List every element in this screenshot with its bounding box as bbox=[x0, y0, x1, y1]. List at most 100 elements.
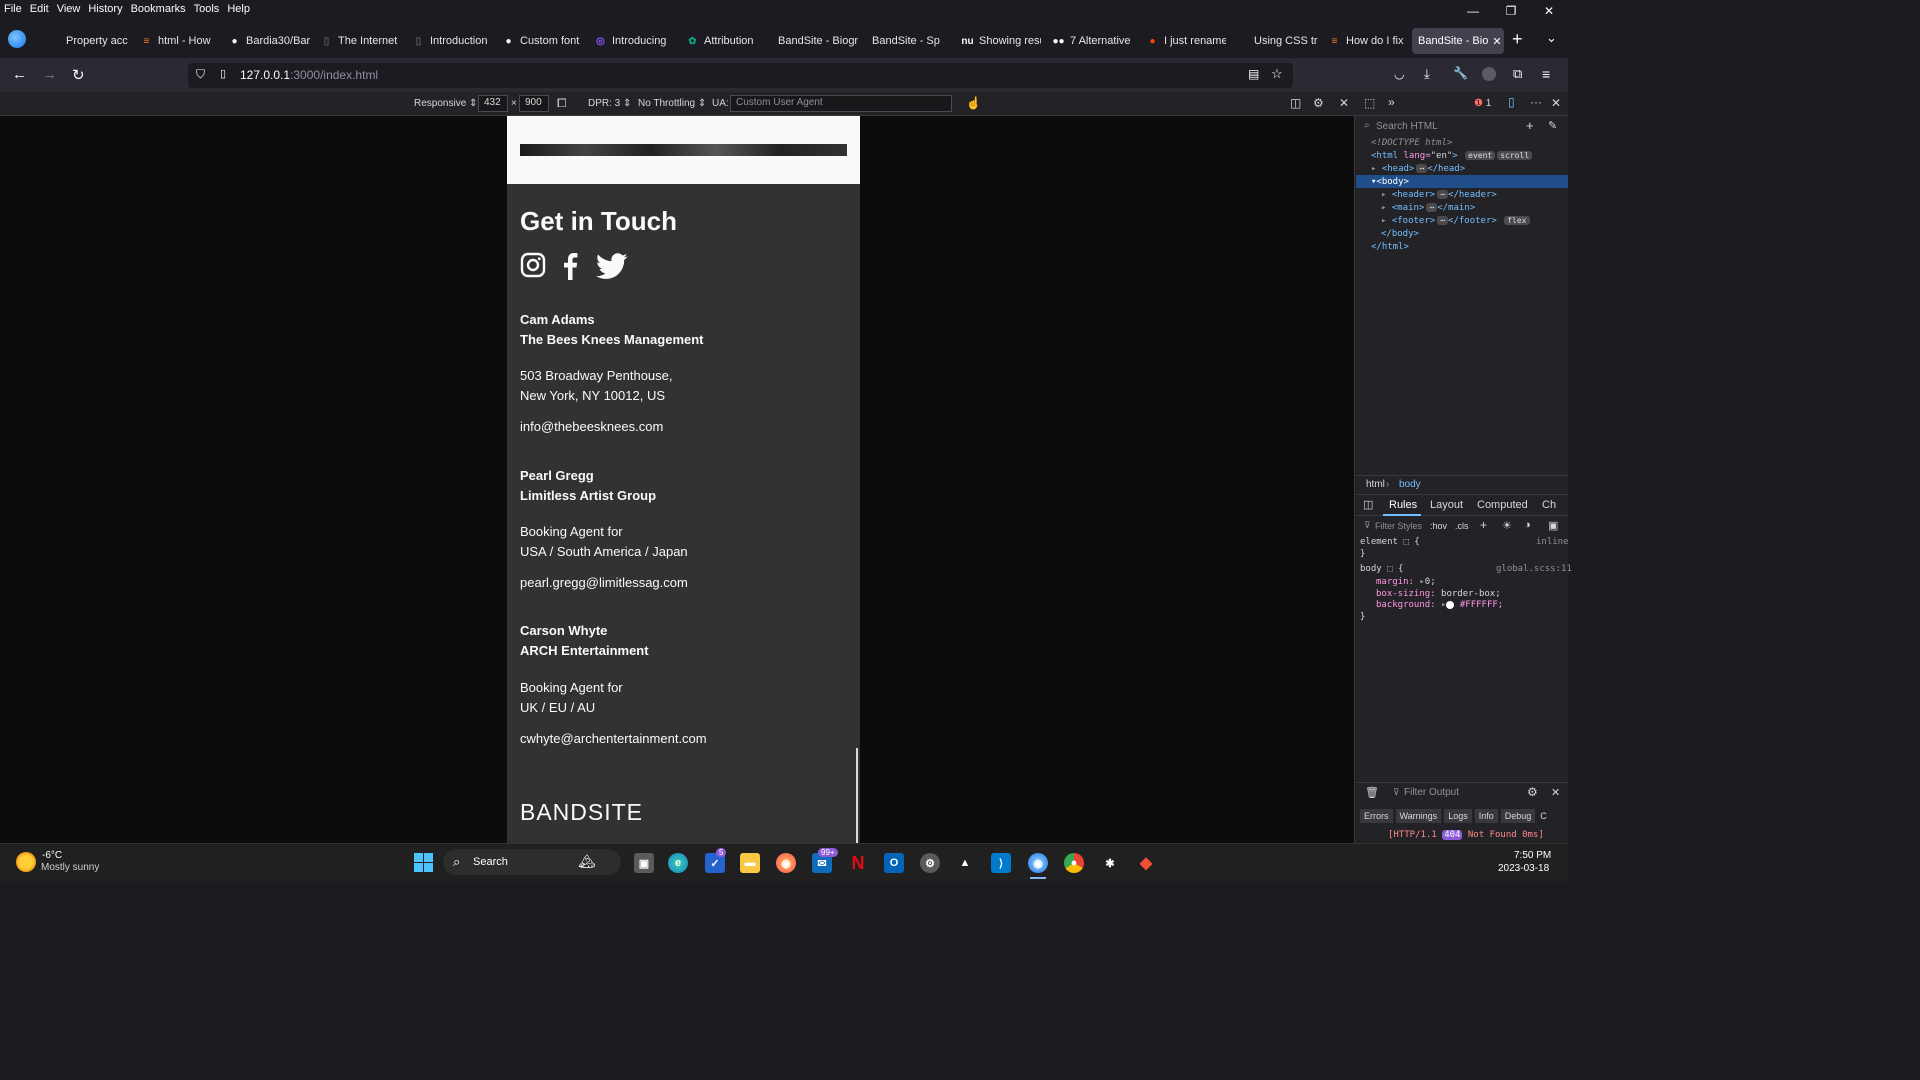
firefox-dev-icon[interactable]: ◉ bbox=[1028, 853, 1048, 873]
instagram-icon[interactable] bbox=[520, 252, 546, 278]
expand-arrow-icon[interactable]: ▸ bbox=[1381, 203, 1386, 213]
file-explorer-icon[interactable]: ▬ bbox=[740, 853, 760, 873]
menu-tools[interactable]: Tools bbox=[190, 3, 224, 15]
tab-computed[interactable]: Computed bbox=[1477, 499, 1528, 511]
hover-states-toggle[interactable]: :hov bbox=[1430, 521, 1447, 531]
restore-button[interactable]: ❐ bbox=[1492, 0, 1530, 24]
menu-file[interactable]: File bbox=[0, 3, 26, 15]
browser-tab[interactable]: BandSite - Bio ✕ bbox=[1412, 28, 1504, 54]
netflix-icon[interactable]: N bbox=[848, 853, 868, 873]
browser-tab[interactable]: ≡ How do I fix bbox=[1322, 28, 1408, 54]
add-node-icon[interactable]: + bbox=[1526, 118, 1534, 133]
account-icon[interactable] bbox=[1482, 67, 1496, 81]
minimize-button[interactable]: — bbox=[1454, 0, 1492, 24]
body-node[interactable]: ▾<body> bbox=[1371, 177, 1409, 187]
shield-icon[interactable]: ⛉ bbox=[196, 67, 205, 82]
url-text[interactable]: 127.0.0.1:3000/index.html bbox=[240, 68, 378, 82]
tab-rules[interactable]: Rules bbox=[1389, 499, 1417, 511]
close-tab-icon[interactable]: ✕ bbox=[1492, 35, 1501, 48]
console-settings-icon[interactable]: ⚙ bbox=[1527, 785, 1538, 799]
browser-tab[interactable]: nu Showing resu bbox=[955, 28, 1041, 54]
twitter-icon[interactable] bbox=[596, 253, 628, 280]
weather-condition[interactable]: Mostly sunny bbox=[41, 862, 99, 873]
browser-tab[interactable]: ◎ Introducing bbox=[588, 28, 676, 54]
menu-edit[interactable]: Edit bbox=[26, 3, 53, 15]
viewport-height-input[interactable]: 900 bbox=[519, 95, 549, 112]
clock-time[interactable]: 7:50 PM bbox=[1514, 850, 1551, 861]
info-filter[interactable]: Info bbox=[1474, 809, 1498, 823]
browser-tab[interactable]: ≡ html - How bbox=[134, 28, 218, 54]
tab-changes[interactable]: Ch bbox=[1542, 499, 1556, 511]
extensions-icon[interactable]: ⧉ bbox=[1513, 66, 1522, 82]
toggle-sidebar-icon[interactable]: ◫ bbox=[1363, 498, 1373, 511]
hamburger-menu-icon[interactable]: ≡ bbox=[1542, 66, 1550, 82]
menu-help[interactable]: Help bbox=[223, 3, 254, 15]
devtools-menu-icon[interactable]: ··· bbox=[1530, 95, 1542, 109]
browser-tab[interactable]: ● I just rename bbox=[1140, 28, 1226, 54]
close-window-button[interactable]: ✕ bbox=[1530, 0, 1568, 24]
contact-email[interactable]: cwhyte@archentertainment.com bbox=[520, 729, 707, 749]
scroll-badge[interactable]: scroll bbox=[1497, 151, 1533, 160]
expand-arrow-icon[interactable]: ▸ bbox=[1381, 190, 1386, 200]
tab-layout[interactable]: Layout bbox=[1430, 499, 1463, 511]
logs-filter[interactable]: Logs bbox=[1444, 809, 1472, 823]
browser-tab[interactable]: ▯ The Internet bbox=[314, 28, 402, 54]
doctype-node[interactable]: <!DOCTYPE html> bbox=[1371, 138, 1452, 148]
light-scheme-icon[interactable]: ☀ bbox=[1502, 519, 1512, 532]
menu-view[interactable]: View bbox=[53, 3, 85, 15]
weather-sun-icon[interactable] bbox=[16, 852, 36, 872]
start-windows-icon[interactable] bbox=[414, 853, 433, 872]
footer-node[interactable]: ▸ <footer> ⋯ </footer> flex bbox=[1381, 216, 1530, 226]
more-tools-icon[interactable]: » bbox=[1388, 95, 1395, 109]
browser-tab[interactable]: ● Bardia30/Bar bbox=[222, 28, 310, 54]
menu-history[interactable]: History bbox=[84, 3, 126, 15]
site-logo[interactable]: BANDSITE bbox=[520, 799, 643, 826]
browser-tab[interactable]: ●● 7 Alternative bbox=[1046, 28, 1136, 54]
settings-gear-icon[interactable]: ⚙ bbox=[920, 853, 940, 873]
expand-arrow-icon[interactable]: ▸ bbox=[1371, 164, 1376, 174]
header-node[interactable]: ▸ <header> ⋯ </header> bbox=[1381, 190, 1497, 200]
contact-email[interactable]: pearl.gregg@limitlessag.com bbox=[520, 573, 688, 593]
add-rule-icon[interactable]: + bbox=[1480, 518, 1487, 532]
slack-icon[interactable]: ✱ bbox=[1100, 853, 1120, 873]
list-all-tabs-icon[interactable]: ⌄ bbox=[1546, 30, 1557, 46]
close-rdm-icon[interactable]: ✕ bbox=[1339, 96, 1349, 110]
firefox-icon[interactable]: ◉ bbox=[776, 853, 796, 873]
event-badge[interactable]: event bbox=[1465, 151, 1496, 160]
html-node[interactable]: <html lang="en"> event scroll bbox=[1371, 151, 1533, 161]
background-declaration[interactable]: background: ▸ #FFFFFF; bbox=[1376, 600, 1503, 610]
css-filter[interactable]: C bbox=[1538, 809, 1549, 823]
dark-scheme-icon[interactable]: ◑ bbox=[1524, 519, 1531, 531]
task-view-icon[interactable]: ▣ bbox=[634, 853, 654, 873]
bookmark-star-icon[interactable]: ☆ bbox=[1271, 66, 1283, 82]
breadcrumb-html[interactable]: html bbox=[1366, 479, 1385, 490]
chrome-icon[interactable]: ● bbox=[1064, 853, 1084, 873]
browser-tab[interactable]: ● Custom font bbox=[496, 28, 584, 54]
touch-simulation-icon[interactable]: ☝ bbox=[966, 96, 981, 110]
user-agent-input[interactable]: Custom User Agent bbox=[730, 95, 952, 112]
browser-tab[interactable]: M Using CSS tra bbox=[1230, 28, 1318, 54]
filter-styles-input[interactable]: Filter Styles bbox=[1375, 521, 1422, 531]
vscode-icon[interactable]: ⟩ bbox=[991, 853, 1011, 873]
browser-tab[interactable]: BandSite - Sp bbox=[866, 28, 950, 54]
classes-toggle[interactable]: .cls bbox=[1455, 521, 1469, 531]
rotate-icon[interactable]: ⧠ bbox=[557, 96, 567, 111]
weather-temperature[interactable]: -6°C bbox=[42, 850, 62, 861]
screenshot-icon[interactable]: ◫ bbox=[1290, 96, 1301, 110]
page-info-icon[interactable]: ▯ bbox=[220, 67, 226, 80]
margin-declaration[interactable]: margin: ▸0; bbox=[1376, 577, 1436, 587]
wrench-icon[interactable]: 🔧 bbox=[1453, 66, 1468, 80]
filter-output-input[interactable]: Filter Output bbox=[1404, 787, 1459, 798]
browser-tab[interactable]: ✿ Attribution bbox=[680, 28, 768, 54]
browser-tab[interactable]: ▯ Introduction bbox=[406, 28, 492, 54]
color-swatch-icon[interactable] bbox=[1446, 600, 1455, 609]
downloads-icon[interactable]: ⤓ bbox=[1424, 66, 1430, 82]
close-console-icon[interactable]: ✕ bbox=[1551, 786, 1560, 799]
viewport-scrollbar[interactable] bbox=[856, 748, 858, 843]
outlook-icon[interactable]: O bbox=[884, 853, 904, 873]
edge-icon[interactable]: e bbox=[668, 853, 688, 873]
inkscape-icon[interactable]: ▲ bbox=[955, 853, 975, 873]
main-node[interactable]: ▸ <main> ⋯ </main> bbox=[1381, 203, 1475, 213]
trash-icon[interactable]: 🗑 bbox=[1365, 786, 1379, 799]
error-count-badge[interactable]: ❶ 1 bbox=[1474, 98, 1491, 109]
